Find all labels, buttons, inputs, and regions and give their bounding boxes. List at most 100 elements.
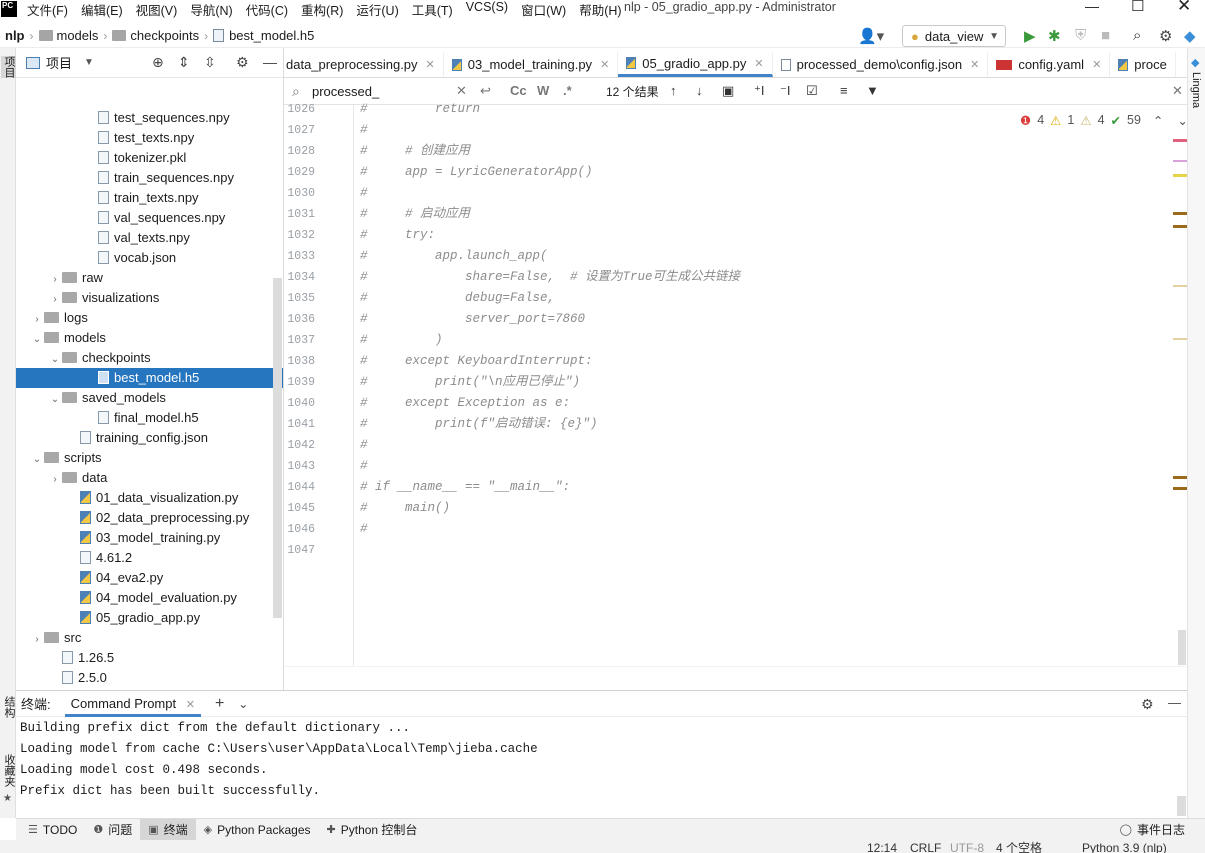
tree-folder-row[interactable]: ⌄ saved_models xyxy=(16,388,283,410)
code-line[interactable]: # # 启动应用 xyxy=(360,204,470,225)
tab-config-json[interactable]: processed_demo\config.json ✕ xyxy=(773,52,989,77)
tree-file-row[interactable]: train_sequences.npy xyxy=(16,168,283,188)
menu-vcs[interactable]: VCS(S) xyxy=(466,0,508,19)
caret-position[interactable]: 12:14 xyxy=(867,840,897,853)
python-interpreter[interactable]: Python 3.9 (nlp) xyxy=(1082,840,1167,853)
remove-selection-icon[interactable]: ⁻I xyxy=(780,83,790,99)
code-line[interactable]: # except Exception as e: xyxy=(360,393,570,414)
chevron-down-icon[interactable]: ⌄ xyxy=(30,450,44,470)
tree-folder-row[interactable]: › src xyxy=(16,628,283,648)
tool-terminal[interactable]: ▣ 终端 xyxy=(140,818,196,841)
breadcrumb-models[interactable]: models xyxy=(34,28,104,43)
tool-python-console[interactable]: ✚ Python 控制台 xyxy=(319,819,426,841)
search-stripe-mark[interactable] xyxy=(1173,476,1187,479)
tree-file-row[interactable]: tokenizer.pkl xyxy=(16,148,283,168)
chevron-down-icon[interactable]: ⌄ xyxy=(30,330,44,350)
gear-icon[interactable]: ⚙ xyxy=(1141,696,1154,713)
add-selection-icon[interactable]: ⁺I xyxy=(754,83,764,99)
code-line[interactable]: # print(f"启动错误: {e}") xyxy=(360,414,598,435)
code-line[interactable]: # share=False, # 设置为True可生成公共链接 xyxy=(360,267,740,288)
chevron-right-icon[interactable]: › xyxy=(48,270,62,290)
next-occurrence-icon[interactable]: ↓ xyxy=(696,83,703,98)
tree-file-row[interactable]: best_model.h5 xyxy=(16,368,283,388)
maximize-icon[interactable]: ☐ xyxy=(1131,0,1144,15)
code-line[interactable]: # server_port=7860 xyxy=(360,309,585,330)
close-icon[interactable]: ✕ xyxy=(426,58,435,71)
chevron-right-icon[interactable]: › xyxy=(30,310,44,330)
close-icon[interactable]: ✕ xyxy=(186,699,195,711)
tree-folder-row[interactable]: › logs xyxy=(16,308,283,330)
terminal-scrollbar[interactable] xyxy=(1177,796,1186,816)
menu-run[interactable]: 运行(U) xyxy=(356,0,398,19)
close-icon[interactable]: ✕ xyxy=(600,58,609,71)
tree-file-row[interactable]: 05_gradio_app.py xyxy=(16,608,283,628)
search-stripe-mark[interactable] xyxy=(1173,225,1187,228)
tree-file-row[interactable]: 03_model_training.py xyxy=(16,528,283,548)
error-stripe-mark[interactable] xyxy=(1173,160,1187,162)
tree-folder-row[interactable]: ⌄ checkpoints xyxy=(16,348,283,370)
editor-scrollbar[interactable] xyxy=(1178,630,1186,665)
error-stripe-mark[interactable] xyxy=(1173,139,1187,142)
favorites-tool-tab[interactable]: 收藏夹 xyxy=(1,754,17,787)
tab-data-preprocessing[interactable]: data_preprocessing.py ✕ xyxy=(284,52,444,77)
chevron-down-icon[interactable]: ⌄ xyxy=(48,350,62,370)
code-line[interactable]: # try: xyxy=(360,225,435,246)
terminal-tab-command-prompt[interactable]: Command Prompt ✕ xyxy=(64,691,201,717)
tab-model-training[interactable]: 03_model_training.py ✕ xyxy=(444,52,619,77)
minimize-icon[interactable]: — xyxy=(1085,0,1099,14)
menu-help[interactable]: 帮助(H) xyxy=(579,0,621,19)
tool-event-log[interactable]: ◯ 事件日志 xyxy=(1112,819,1193,841)
tree-folder-row[interactable]: › visualizations xyxy=(16,288,283,310)
plugin-icon[interactable]: ◆ xyxy=(1184,27,1196,45)
filter-lines-icon[interactable]: ≡ xyxy=(840,83,848,98)
tab-gradio-app[interactable]: 05_gradio_app.py ✕ xyxy=(618,52,773,77)
tree-file-row[interactable]: 1.26.5 xyxy=(16,648,283,668)
warning-stripe-mark[interactable] xyxy=(1173,174,1187,177)
code-line[interactable]: # except KeyboardInterrupt: xyxy=(360,351,593,372)
search-stripe-mark[interactable] xyxy=(1173,285,1187,287)
tree-file-row[interactable]: 04_model_evaluation.py xyxy=(16,588,283,608)
chevron-right-icon[interactable]: › xyxy=(48,290,62,310)
tree-file-row[interactable]: val_sequences.npy xyxy=(16,208,283,228)
tree-file-row[interactable]: vocab.json xyxy=(16,248,283,268)
tree-folder-row[interactable]: › data xyxy=(16,468,283,488)
locate-icon[interactable]: ⊕ xyxy=(152,54,164,71)
words-toggle[interactable]: W xyxy=(537,83,549,98)
project-tool-tab[interactable]: 项目 xyxy=(1,56,17,78)
menu-file[interactable]: 文件(F) xyxy=(27,0,68,19)
regex-toggle[interactable]: .* xyxy=(563,83,572,98)
tree-file-row[interactable]: train_texts.npy xyxy=(16,188,283,208)
gear-icon[interactable]: ⚙ xyxy=(236,54,249,71)
coverage-icon[interactable]: ⛨ xyxy=(1075,27,1086,44)
code-line[interactable]: # debug=False, xyxy=(360,288,555,309)
run-config-selector[interactable]: ● data_view ▼ xyxy=(902,25,1006,47)
menu-tools[interactable]: 工具(T) xyxy=(412,0,453,19)
hide-panel-icon[interactable]: — xyxy=(263,54,277,70)
code-line[interactable]: # xyxy=(360,183,368,204)
tree-folder-row[interactable]: › raw xyxy=(16,268,283,290)
tree-folder-row[interactable]: ⌄ scripts xyxy=(16,448,283,470)
menu-view[interactable]: 视图(V) xyxy=(136,0,178,19)
inspection-widget[interactable]: ❶ 4 ⚠ 1 ⚠ 4 ✔ 59 ⌃ ⌄ xyxy=(1020,112,1194,128)
tree-file-row[interactable]: val_texts.npy xyxy=(16,228,283,248)
tool-todo[interactable]: ☰ TODO xyxy=(20,819,85,841)
menu-window[interactable]: 窗口(W) xyxy=(521,0,566,19)
tab-overflow[interactable]: proce xyxy=(1110,52,1176,77)
code-line[interactable]: # xyxy=(360,435,368,456)
menu-edit[interactable]: 编辑(E) xyxy=(81,0,123,19)
close-window-icon[interactable]: ✕ xyxy=(1177,0,1191,16)
tree-file-row[interactable]: final_model.h5 xyxy=(16,408,283,428)
tree-file-row[interactable]: 04_eva2.py xyxy=(16,568,283,588)
chevron-down-icon[interactable]: ⌄ xyxy=(238,697,248,711)
code-line[interactable]: # xyxy=(360,456,368,477)
new-line-icon[interactable]: ↩ xyxy=(480,83,491,99)
tree-file-row[interactable]: 2.5.0 xyxy=(16,668,283,688)
close-icon[interactable]: ✕ xyxy=(754,57,763,70)
chevron-down-icon[interactable]: ⌄ xyxy=(48,390,62,410)
code-editor[interactable]: # return # # # 创建应用 # app = LyricGeneratorA… xyxy=(355,102,1175,666)
code-line[interactable]: # return xyxy=(360,99,480,120)
expand-all-icon[interactable]: ⇕ xyxy=(178,54,190,71)
tree-file-row[interactable]: test_texts.npy xyxy=(16,128,283,148)
tree-file-row[interactable]: 4.61.2 xyxy=(16,548,283,568)
code-line[interactable]: # app = LyricGeneratorApp() xyxy=(360,162,593,183)
